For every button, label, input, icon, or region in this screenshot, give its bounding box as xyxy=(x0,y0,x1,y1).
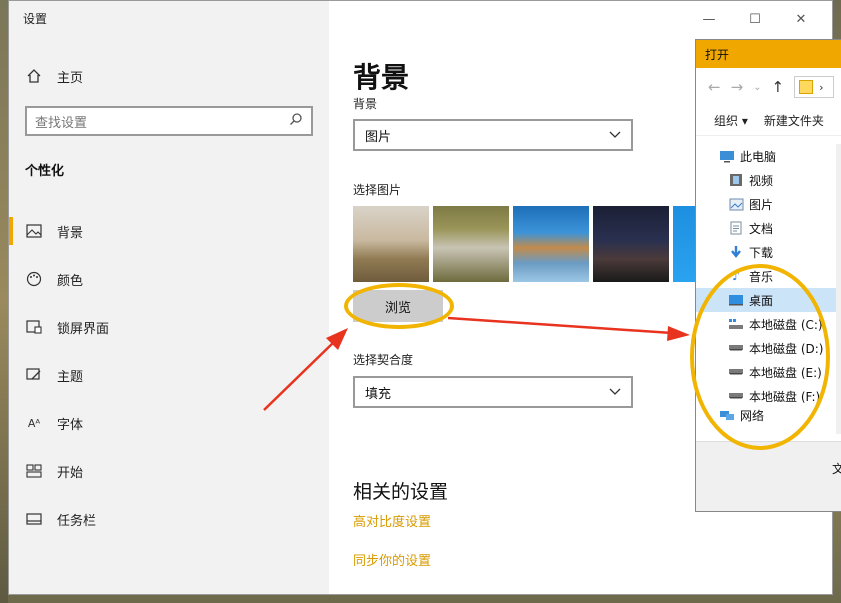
dialog-nav-bar: ← → ⌄ ↑ › xyxy=(696,68,841,106)
tree-item-label: 视频 xyxy=(749,173,774,188)
personalization-nav: 背景 颜色 锁屏界面 主题 Aᴬ 字体 开始 任务栏 xyxy=(9,207,329,543)
video-icon xyxy=(728,173,744,187)
search-input[interactable]: 查找设置 xyxy=(25,106,313,136)
new-folder-button[interactable]: 新建文件夹 xyxy=(764,112,824,129)
sidebar-item-label: 主题 xyxy=(57,369,84,385)
organize-button[interactable]: 组织 ▾ xyxy=(714,112,748,129)
sidebar-item-taskbar[interactable]: 任务栏 xyxy=(9,495,329,543)
thumbnail-picture[interactable] xyxy=(593,206,669,282)
tree-item-pictures[interactable]: 图片 xyxy=(696,192,836,216)
sidebar-item-label: 背景 xyxy=(57,225,84,241)
search-placeholder: 查找设置 xyxy=(35,115,88,131)
tree-item-label: 图片 xyxy=(749,197,774,212)
tree-item-label: 文档 xyxy=(749,221,774,236)
background-select-value: 图片 xyxy=(365,129,392,145)
background-select[interactable]: 图片 xyxy=(353,119,633,151)
home-label: 主页 xyxy=(57,70,84,86)
file-name-label: 文 xyxy=(832,460,841,477)
dialog-title: 打开 xyxy=(696,40,841,68)
tree-scrollbar[interactable] xyxy=(836,144,841,434)
sidebar-item-start[interactable]: 开始 xyxy=(9,447,329,495)
back-icon[interactable]: ← xyxy=(708,78,721,96)
fit-select-value: 填充 xyxy=(365,386,392,402)
sidebar-item-label: 任务栏 xyxy=(57,513,97,529)
forward-icon[interactable]: → xyxy=(731,78,744,96)
lock-screen-icon xyxy=(25,318,43,336)
search-icon xyxy=(289,112,303,130)
thumbnail-picture[interactable] xyxy=(673,206,697,282)
home-icon xyxy=(25,67,43,85)
tree-item-documents[interactable]: 文档 xyxy=(696,216,836,240)
computer-icon xyxy=(719,149,735,163)
thumbnail-picture[interactable] xyxy=(513,206,589,282)
home-nav-item[interactable]: 主页 xyxy=(25,65,83,87)
sidebar-item-background[interactable]: 背景 xyxy=(9,207,329,255)
tree-item-label: 此电脑 xyxy=(740,149,777,164)
folder-icon xyxy=(799,80,814,94)
start-icon xyxy=(25,462,43,480)
sidebar-item-themes[interactable]: 主题 xyxy=(9,351,329,399)
download-icon xyxy=(728,245,744,259)
sidebar-item-label: 开始 xyxy=(57,465,84,481)
sync-settings-link[interactable]: 同步你的设置 xyxy=(353,550,431,569)
sidebar-item-label: 字体 xyxy=(57,417,84,433)
pictures-icon xyxy=(728,197,744,211)
palette-icon xyxy=(25,270,43,288)
documents-icon xyxy=(728,221,744,235)
sidebar-item-fonts[interactable]: Aᴬ 字体 xyxy=(9,399,329,447)
tree-item-label: 下载 xyxy=(749,245,774,260)
theme-icon xyxy=(25,366,43,384)
related-settings-title: 相关的设置 xyxy=(353,481,449,503)
sidebar-item-label: 颜色 xyxy=(57,273,84,289)
chevron-down-icon xyxy=(609,128,621,143)
font-icon: Aᴬ xyxy=(27,416,41,430)
chevron-down-icon[interactable]: ⌄ xyxy=(753,82,761,93)
picture-thumbnails xyxy=(353,206,697,282)
minimize-icon[interactable]: — xyxy=(686,7,732,31)
page-title: 背景 xyxy=(353,61,410,94)
thumbnail-picture[interactable] xyxy=(353,206,429,282)
chevron-down-icon xyxy=(609,385,621,400)
image-icon xyxy=(25,222,43,240)
chevron-right-icon: › xyxy=(819,80,824,94)
desktop-background xyxy=(0,0,8,603)
sidebar-item-label: 锁屏界面 xyxy=(57,321,110,337)
tree-item-downloads[interactable]: 下载 xyxy=(696,240,836,264)
window-controls: — ☐ ✕ xyxy=(686,7,824,31)
close-icon[interactable]: ✕ xyxy=(778,7,824,31)
app-title: 设置 xyxy=(23,12,48,26)
highlight-ring xyxy=(344,283,454,329)
dialog-toolbar: 组织 ▾ 新建文件夹 xyxy=(696,106,841,136)
background-label: 背景 xyxy=(353,97,378,111)
fit-label: 选择契合度 xyxy=(353,353,414,367)
up-icon[interactable]: ↑ xyxy=(772,78,785,96)
dialog-bottom-panel: 文 xyxy=(696,441,841,511)
tree-item-videos[interactable]: 视频 xyxy=(696,168,836,192)
fit-select[interactable]: 填充 xyxy=(353,376,633,408)
high-contrast-link[interactable]: 高对比度设置 xyxy=(353,511,431,530)
taskbar-icon xyxy=(25,510,43,528)
sidebar-item-lock-screen[interactable]: 锁屏界面 xyxy=(9,303,329,351)
sidebar-item-colors[interactable]: 颜色 xyxy=(9,255,329,303)
choose-picture-label: 选择图片 xyxy=(353,183,402,197)
watermark-sub: jingyan.baidu.com xyxy=(645,554,747,567)
section-title: 个性化 xyxy=(25,164,65,179)
tree-item-this-pc[interactable]: 此电脑 xyxy=(696,144,836,168)
watermark-main: Bai 经验 xyxy=(645,521,753,551)
thumbnail-picture[interactable] xyxy=(433,206,509,282)
address-bar[interactable]: › xyxy=(794,76,835,98)
highlight-ring xyxy=(690,264,830,450)
sidebar: 设置 主页 查找设置 个性化 背景 颜色 锁屏界面 主题 Aᴬ 字体 开始 任务… xyxy=(9,1,329,594)
baidu-watermark: Bai 经验 jingyan.baidu.com xyxy=(645,515,752,567)
maximize-icon[interactable]: ☐ xyxy=(732,7,778,31)
